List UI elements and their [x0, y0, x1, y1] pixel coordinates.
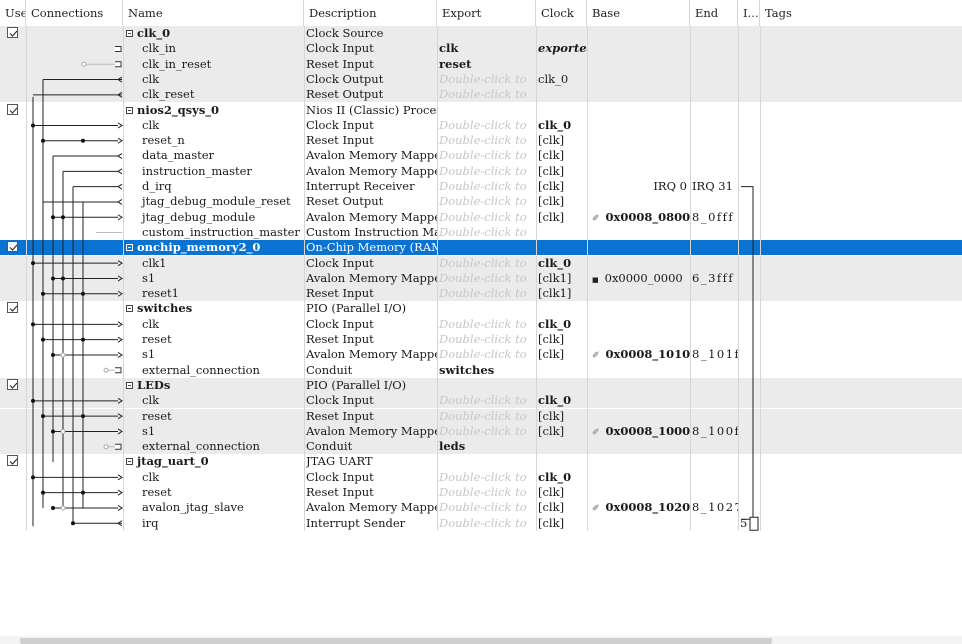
column-header-description[interactable]: Description — [304, 0, 437, 26]
column-header-tags[interactable]: Tags — [760, 0, 962, 26]
column-header-base[interactable]: Base — [587, 0, 690, 26]
table-header: Use Connections Name Description Export … — [0, 0, 962, 27]
horizontal-scrollbar-thumb[interactable] — [20, 638, 772, 644]
column-dividers — [26, 26, 761, 531]
column-header-irq[interactable]: I... — [738, 0, 760, 26]
column-header-use[interactable]: Use — [0, 0, 26, 26]
column-header-connections[interactable]: Connections — [26, 0, 123, 26]
irq-number-box[interactable] — [749, 516, 759, 531]
column-header-export[interactable]: Export — [437, 0, 536, 26]
column-header-name[interactable]: Name — [123, 0, 304, 26]
irq-connection-line[interactable] — [741, 186, 754, 530]
column-header-end[interactable]: End — [690, 0, 738, 26]
column-header-clock[interactable]: Clock — [536, 0, 587, 26]
